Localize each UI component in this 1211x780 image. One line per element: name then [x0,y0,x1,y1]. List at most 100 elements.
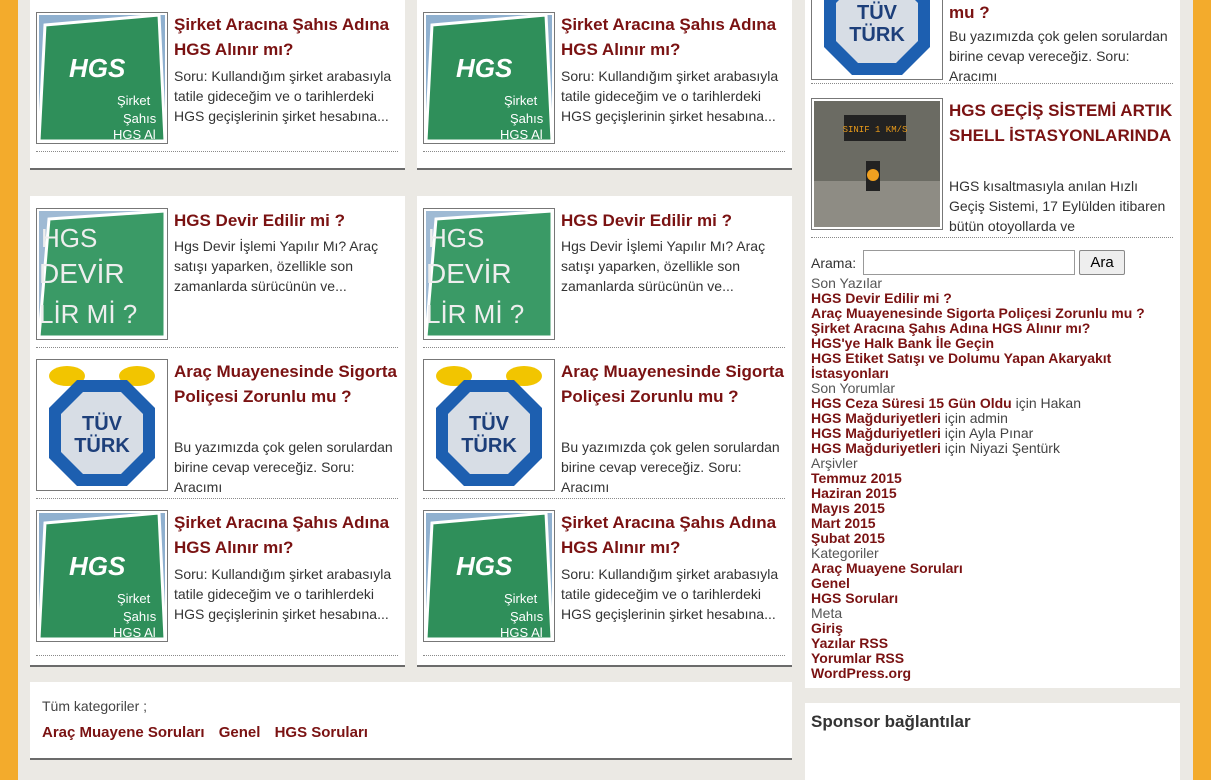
archive-link[interactable]: Temmuz 2015 [811,471,1191,486]
svg-text:TÜV: TÜV [82,412,123,435]
post-excerpt: Bu yazımızda çok gelen sorulardan birine… [561,439,780,495]
archive-link[interactable]: Mart 2015 [811,516,1191,531]
archive-link[interactable]: Şubat 2015 [811,531,1191,546]
post-panel-1: HGS Şirket Şahıs HGS Al Şirket Aracına Ş… [30,0,405,170]
category-link-hgs[interactable]: HGS Soruları [275,724,368,741]
svg-text:Şahıs: Şahıs [510,111,544,126]
search-button[interactable]: Ara [1079,250,1125,275]
svg-text:DEVİR: DEVİR [39,258,125,289]
meta-comments-rss-link[interactable]: Yorumlar RSS [811,651,1191,666]
post-item: TÜV TÜRK Araç Muayenesinde Sigorta Poliç… [423,359,785,499]
all-categories-label: Tüm kategoriler ; [42,698,148,714]
hgs-logo-text: HGS [69,53,126,83]
sponsor-title: Sponsor bağlantılar [811,712,971,731]
post-title-link[interactable]: Şirket Aracına Şahıs Adına HGS Alınır mı… [561,12,785,62]
svg-text:TÜRK: TÜRK [74,434,130,457]
hgs-sign-image: HGS Şirket Şahıs HGS Al [39,513,165,639]
post-title-link[interactable]: Şirket Aracına Şahıs Adına HGS Alınır mı… [174,510,398,560]
sidebar-widgets: Son Yazılar HGS Devir Edilir mi ? Araç M… [811,276,1191,681]
category-link[interactable]: HGS Soruları [811,591,1191,606]
post-excerpt: Bu yazımızda çok gelen sorulardan birine… [174,439,393,495]
svg-text:Şirket: Şirket [504,93,538,108]
recent-post-link[interactable]: HGS Devir Edilir mi ? [811,291,1191,306]
post-item: TÜV TÜRK Araç Muayenesinde Sigorta Poliç… [36,359,398,499]
post-thumbnail[interactable]: TÜV TÜRK [423,359,555,491]
post-title-link[interactable]: HGS Devir Edilir mi ? [174,208,398,233]
svg-text:Şahıs: Şahıs [510,609,544,624]
recent-post-link[interactable]: HGS Etiket Satışı ve Dolumu Yapan Akarya… [811,351,1191,381]
svg-text:SINIF 1 KM/S: SINIF 1 KM/S [843,125,908,135]
meta-posts-rss-link[interactable]: Yazılar RSS [811,636,1191,651]
svg-text:HGS Al: HGS Al [500,127,543,141]
recent-posts-title: Son Yazılar [811,275,883,291]
post-thumbnail[interactable]: HGS Şirket Şahıs HGS Al [423,510,555,642]
sidebar-post-thumbnail[interactable]: SINIF 1 KM/S [811,98,943,230]
post-excerpt: Hgs Devir İşlemi Yapılır Mı? Araç satışı… [174,238,379,294]
post-thumbnail[interactable]: HGS DEVİR LİR Mİ ? [36,208,168,340]
post-thumbnail[interactable]: HGS Şirket Şahıs HGS Al [36,12,168,144]
comment-post-link[interactable]: HGS Mağduriyetleri [811,440,941,456]
hgs-logo-text: HGS [69,551,126,581]
post-item: HGS DEVİR LİR Mİ ? HGS Devir Edilir mi ?… [36,208,398,348]
archive-link[interactable]: Mayıs 2015 [811,501,1191,516]
sidebar-post-thumbnail[interactable]: TÜV TÜRK [811,0,943,80]
post-title-link[interactable]: HGS Devir Edilir mi ? [561,208,785,233]
category-link-arac-muayene[interactable]: Araç Muayene Soruları [42,724,205,741]
recent-post-link[interactable]: Araç Muayenesinde Sigorta Poliçesi Zorun… [811,306,1191,321]
post-thumbnail[interactable]: HGS Şirket Şahıs HGS Al [423,12,555,144]
recent-post-link[interactable]: HGS'ye Halk Bank İle Geçin [811,336,1191,351]
svg-text:HGS Al: HGS Al [113,127,156,141]
tuv-turk-image: TÜV TÜRK [426,362,552,488]
post-excerpt: Hgs Devir İşlemi Yapılır Mı? Araç satışı… [561,238,766,294]
svg-text:HGS: HGS [428,223,484,253]
svg-text:HGS: HGS [41,223,97,253]
category-link[interactable]: Genel [811,576,1191,591]
svg-text:Şahıs: Şahıs [123,609,157,624]
category-link[interactable]: Araç Muayene Soruları [811,561,1191,576]
post-thumbnail[interactable]: TÜV TÜRK [36,359,168,491]
post-panel-3: HGS DEVİR LİR Mİ ? HGS Devir Edilir mi ?… [30,196,405,667]
post-excerpt: Soru: Kullandığım şirket arabasıyla tati… [174,68,392,124]
category-link-genel[interactable]: Genel [219,724,261,741]
post-title-link[interactable]: Şirket Aracına Şahıs Adına HGS Alınır mı… [561,510,785,560]
meta-login-link[interactable]: Giriş [811,621,1191,636]
sidebar-post-excerpt: Bu yazımızda çok gelen sorulardan birine… [949,28,1168,84]
all-categories-links: Araç Muayene Soruları Genel HGS Soruları [42,724,378,741]
recent-comment: HGS Mağduriyetleri için Ayla Pınar [811,425,1034,441]
comment-post-link[interactable]: HGS Mağduriyetleri [811,425,941,441]
recent-comment: HGS Mağduriyetleri için admin [811,410,1008,426]
svg-text:DEVİR: DEVİR [426,258,512,289]
post-title-link[interactable]: Araç Muayenesinde Sigorta Poliçesi Zorun… [174,359,398,409]
shell-traffic-image: SINIF 1 KM/S [814,101,940,227]
sidebar-post-title-link[interactable]: HGS GEÇİŞ SİSTEMİ ARTIK SHELL İSTASYONLA… [949,98,1173,148]
comment-post-link[interactable]: HGS Mağduriyetleri [811,410,941,426]
search-label: Arama: [811,255,857,271]
page: HGS Şirket Şahıs HGS Al Şirket Aracına Ş… [18,0,1193,780]
meta-wordpress-link[interactable]: WordPress.org [811,666,1191,681]
svg-text:HGS Al: HGS Al [500,625,543,639]
search-input[interactable] [863,250,1075,275]
sidebar-post-title-link[interactable]: mu ? [949,0,1173,25]
svg-text:Şirket: Şirket [117,93,151,108]
comment-post-link[interactable]: HGS Ceza Süresi 15 Gün Oldu [811,395,1012,411]
sidebar-post-item: TÜV TÜRK mu ? Bu yazımızda çok gelen sor… [811,0,1173,84]
comment-author: Ayla Pınar [968,425,1034,441]
post-excerpt: Soru: Kullandığım şirket arabasıyla tati… [561,566,779,622]
archives-title: Arşivler [811,455,858,471]
all-categories-box: Tüm kategoriler ; Araç Muayene Soruları … [30,682,792,760]
categories-title: Kategoriler [811,545,879,561]
svg-text:TÜRK: TÜRK [849,23,905,46]
hgs-logo-text: HGS [456,53,513,83]
tuv-turk-image: TÜV TÜRK [814,0,940,77]
post-thumbnail[interactable]: HGS Şirket Şahıs HGS Al [36,510,168,642]
post-title-link[interactable]: Araç Muayenesinde Sigorta Poliçesi Zorun… [561,359,785,409]
svg-text:Şahıs: Şahıs [123,111,157,126]
post-item: HGS Şirket Şahıs HGS Al Şirket Aracına Ş… [36,510,398,656]
recent-post-link[interactable]: Şirket Aracına Şahıs Adına HGS Alınır mı… [811,321,1191,336]
hgs-logo-text: HGS [456,551,513,581]
post-excerpt: Soru: Kullandığım şirket arabasıyla tati… [561,68,779,124]
post-title-link[interactable]: Şirket Aracına Şahıs Adına HGS Alınır mı… [174,12,398,62]
post-thumbnail[interactable]: HGS DEVİR LİR Mİ ? [423,208,555,340]
archive-link[interactable]: Haziran 2015 [811,486,1191,501]
svg-text:TÜV: TÜV [469,412,510,435]
